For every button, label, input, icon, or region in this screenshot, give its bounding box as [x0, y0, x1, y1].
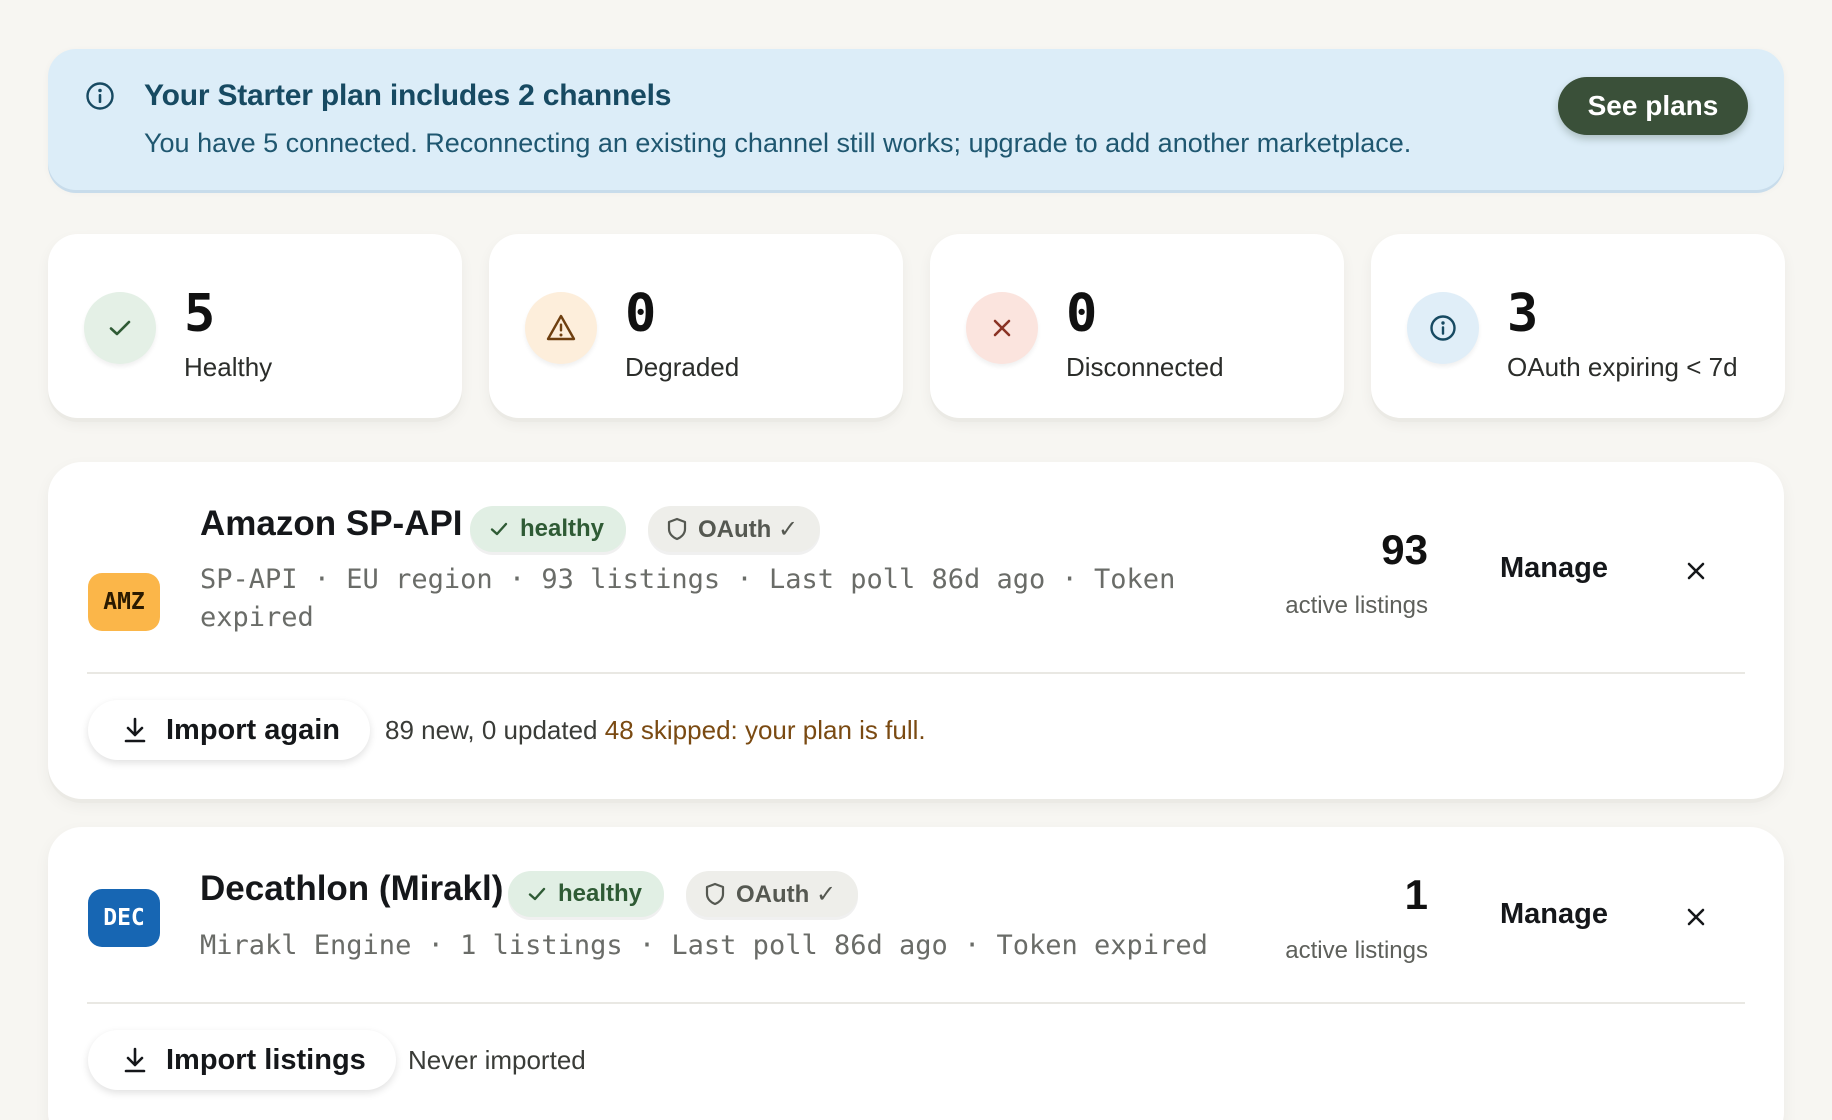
- status-badge: healthy: [508, 871, 665, 917]
- plan-limit-banner: [48, 49, 1784, 190]
- import-button-label: Import again: [166, 713, 341, 746]
- stat-label: OAuth expiring < 7d: [1507, 352, 1738, 382]
- oauth-label: OAuth ✓: [698, 515, 799, 543]
- shield-icon: [667, 517, 687, 541]
- channel-meta: SP-API · EU region · 93 listings · Last …: [200, 561, 1175, 637]
- oauth-badge: OAuth ✓: [648, 506, 821, 552]
- info-icon: [86, 82, 114, 110]
- remove-channel-button[interactable]: [1678, 553, 1714, 589]
- stat-card-healthy: 5 Healthy: [48, 234, 462, 418]
- channel-meta-line: expired: [200, 602, 314, 633]
- channel-name: Amazon SP-API: [200, 504, 463, 543]
- close-icon: [1687, 908, 1705, 926]
- manage-button[interactable]: Manage: [1500, 552, 1608, 585]
- channel-name: Decathlon (Mirakl): [200, 869, 504, 908]
- import-warning: 48 skipped: your plan is full.: [604, 715, 926, 745]
- channel-logo: DEC: [88, 889, 160, 947]
- banner-text: You have 5 connected. Reconnecting an ex…: [144, 128, 1412, 158]
- download-icon: [124, 717, 146, 743]
- see-plans-button[interactable]: See plans: [1558, 77, 1748, 135]
- active-listings-label: active listings: [1285, 592, 1428, 619]
- channel-meta-line: SP-API · EU region · 93 listings · Last …: [200, 564, 1176, 595]
- channel-meta: Mirakl Engine · 1 listings · Last poll 8…: [200, 927, 1208, 965]
- status-badge: healthy: [470, 506, 627, 552]
- stat-label: Healthy: [184, 352, 273, 382]
- download-icon: [124, 1047, 146, 1073]
- stat-value: 0: [625, 284, 657, 344]
- import-again-button[interactable]: Import again: [88, 700, 371, 760]
- status-label: healthy: [558, 880, 643, 907]
- import-result: 89 new, 0 updated 48 skipped: your plan …: [385, 715, 926, 746]
- channel-meta-line: Mirakl Engine · 1 listings · Last poll 8…: [200, 930, 1208, 961]
- oauth-label: OAuth ✓: [736, 880, 837, 908]
- stat-card-degraded: 0 Degraded: [489, 234, 903, 418]
- shield-icon: [705, 882, 725, 906]
- stat-label: Disconnected: [1066, 352, 1224, 382]
- close-icon: [1687, 562, 1705, 580]
- import-button-label: Import listings: [166, 1043, 366, 1076]
- stat-card-oauth-expiring: 3 OAuth expiring < 7d: [1371, 234, 1785, 418]
- active-listings-count: 93: [1381, 526, 1428, 573]
- check-icon: [84, 292, 156, 364]
- remove-channel-button[interactable]: [1678, 899, 1714, 935]
- stat-label: Degraded: [625, 352, 740, 382]
- stat-value: 5: [184, 284, 216, 344]
- import-listings-button[interactable]: Import listings: [88, 1030, 396, 1090]
- import-result-text: 89 new, 0 updated: [385, 715, 598, 745]
- oauth-badge: OAuth ✓: [686, 871, 859, 917]
- info-icon: [1407, 292, 1479, 364]
- channel-card-amazon: AMZ Amazon SP-API healthy OAuth ✓ SP-API…: [48, 462, 1784, 799]
- banner-title: Your Starter plan includes 2 channels: [144, 79, 672, 112]
- active-listings-label: active listings: [1285, 937, 1428, 964]
- manage-button[interactable]: Manage: [1500, 898, 1608, 931]
- check-icon: [528, 887, 546, 901]
- divider: [87, 1002, 1745, 1004]
- active-listings-count: 1: [1404, 871, 1428, 918]
- channel-logo: AMZ: [88, 573, 160, 631]
- divider: [87, 672, 1745, 674]
- stat-value: 3: [1507, 284, 1539, 344]
- import-status: Never imported: [408, 1045, 586, 1075]
- stat-card-disconnected: 0 Disconnected: [930, 234, 1344, 418]
- status-label: healthy: [520, 515, 605, 542]
- check-icon: [490, 522, 508, 536]
- warning-icon: [525, 292, 597, 364]
- channel-card-decathlon: DEC Decathlon (Mirakl) healthy OAuth ✓ M…: [48, 827, 1784, 1120]
- stat-value: 0: [1066, 284, 1098, 344]
- x-icon: [966, 292, 1038, 364]
